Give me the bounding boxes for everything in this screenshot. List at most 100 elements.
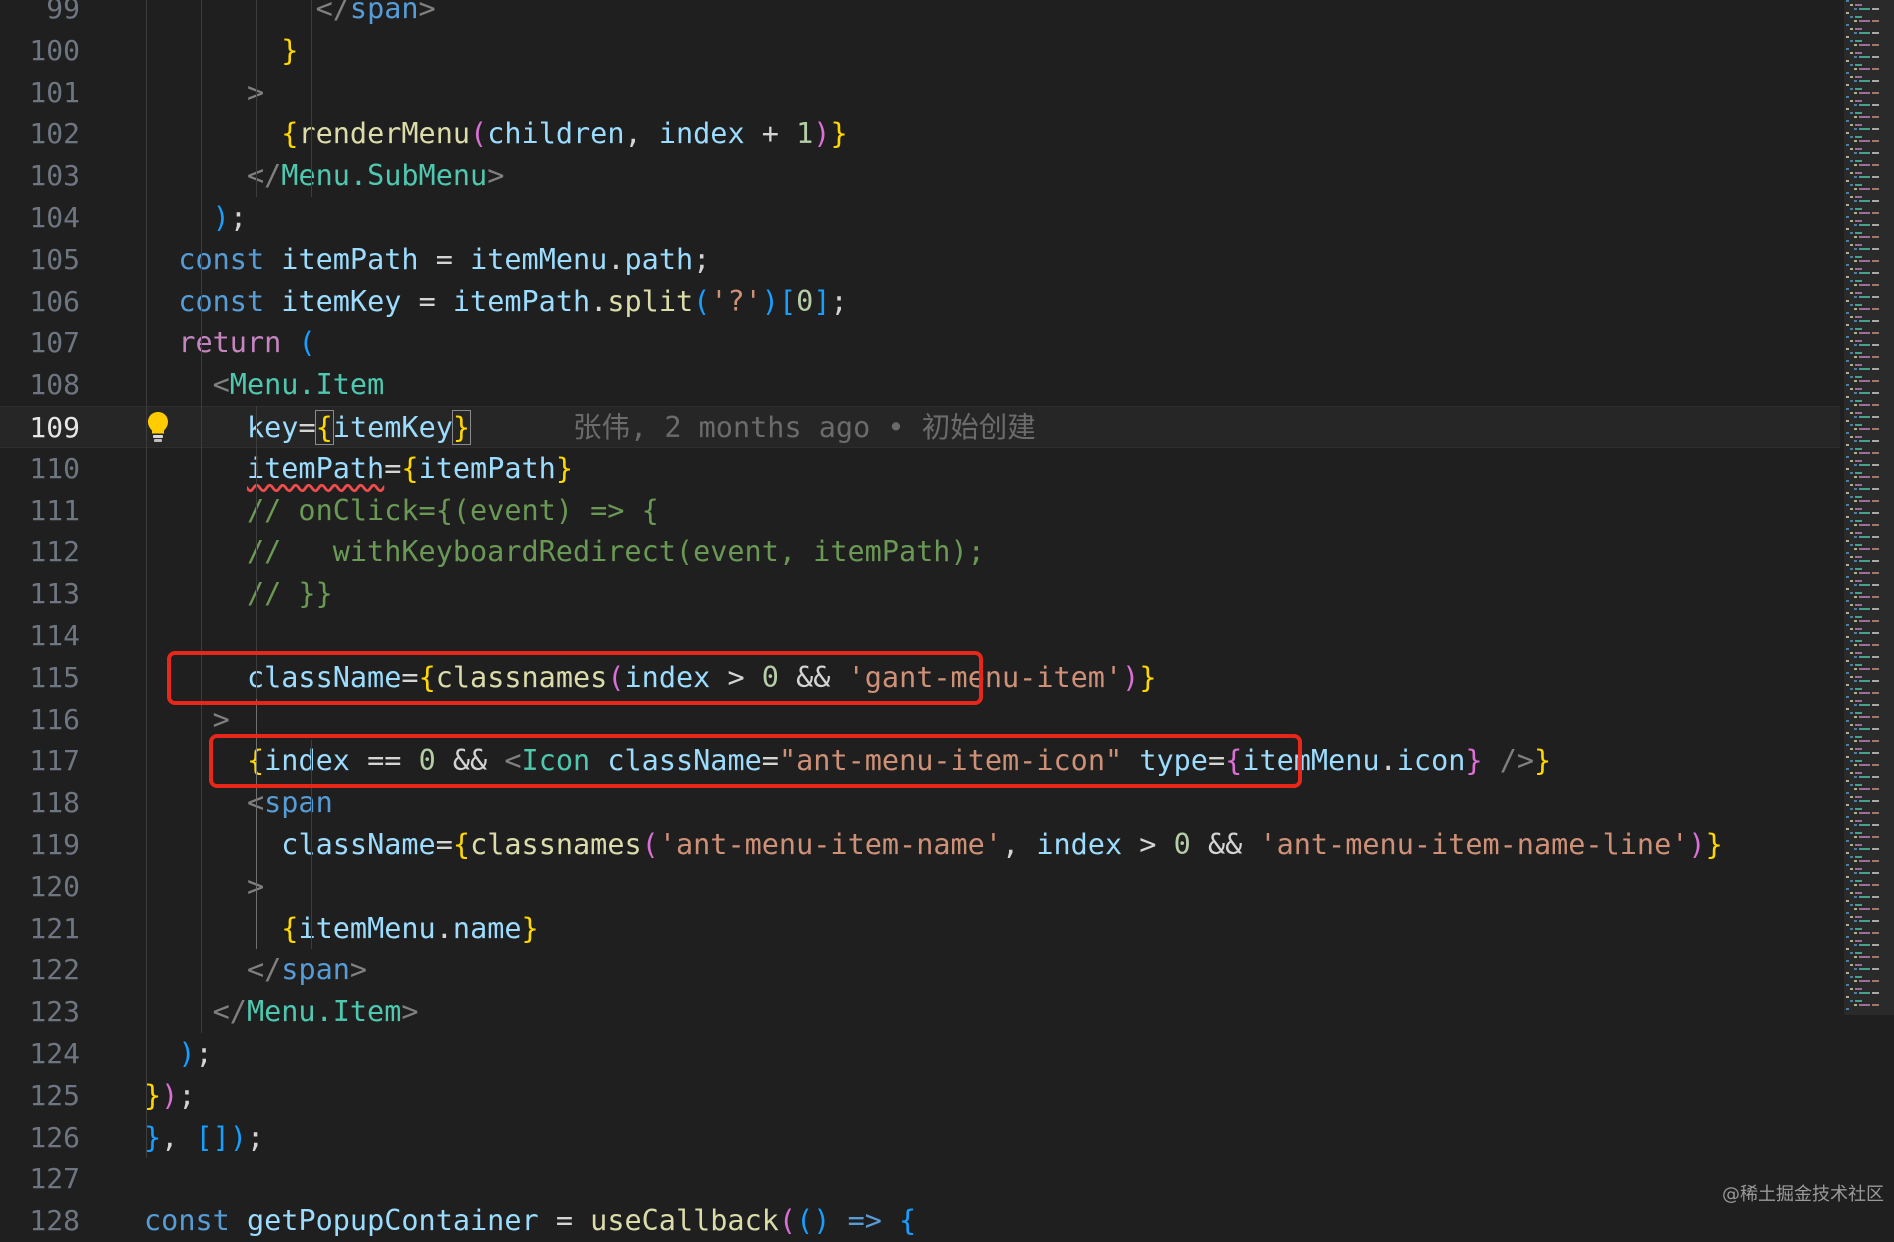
minimap-line	[1855, 160, 1862, 162]
code-token: const	[144, 1204, 230, 1238]
code-text: </Menu.Item>	[144, 991, 419, 1033]
minimap-line	[1872, 872, 1879, 874]
minimap-line	[1859, 908, 1870, 910]
code-token: .	[590, 284, 608, 318]
minimap-line	[1855, 748, 1862, 750]
minimap-line	[1859, 704, 1870, 706]
git-blame-annotation[interactable]: 张伟, 2 months ago • 初始创建	[470, 411, 1036, 444]
minimap-line	[1854, 140, 1857, 142]
minimap-line	[1850, 856, 1853, 858]
code-token: {	[314, 410, 334, 445]
minimap-line	[1855, 640, 1862, 642]
line-number: 123	[29, 995, 80, 1029]
code-token: =	[435, 828, 453, 861]
code-token: ;	[178, 1078, 196, 1112]
minimap-line	[1872, 956, 1879, 958]
code-token: >	[144, 869, 265, 903]
minimap-line	[1850, 292, 1853, 294]
code-line[interactable]: 126}, []);	[0, 1117, 1840, 1159]
minimap-line	[1850, 436, 1853, 438]
minimap-line	[1850, 64, 1853, 66]
code-line[interactable]: 104 );	[0, 197, 1840, 239]
code-text: key={itemKey} 张伟, 2 months ago • 初始创建	[144, 407, 1036, 449]
code-line[interactable]: 125});	[0, 1075, 1840, 1117]
code-line[interactable]: 106 const itemKey = itemPath.split('?')[…	[0, 281, 1840, 323]
code-text: });	[144, 1075, 196, 1117]
code-line[interactable]: 112 // withKeyboardRedirect(event, itemP…	[0, 531, 1840, 573]
minimap-line	[1859, 164, 1870, 166]
minimap-line	[1855, 328, 1862, 330]
minimap-line	[1850, 304, 1853, 306]
minimap-line	[1850, 592, 1853, 594]
minimap-line	[1872, 644, 1879, 646]
code-line[interactable]: 101 >	[0, 72, 1840, 114]
code-line[interactable]: 120 >	[0, 866, 1840, 908]
minimap-line	[1850, 424, 1853, 426]
code-line[interactable]: 113 // }}	[0, 573, 1840, 615]
minimap-line	[1850, 952, 1853, 954]
code-line[interactable]: 110 itemPath={itemPath}	[0, 448, 1840, 490]
code-line[interactable]: 123 </Menu.Item>	[0, 991, 1840, 1033]
code-line[interactable]: 109 key={itemKey} 张伟, 2 months ago • 初始创…	[0, 406, 1840, 448]
minimap-line	[1850, 784, 1853, 786]
minimap-line	[1850, 484, 1853, 486]
minimap-line	[1854, 632, 1857, 634]
code-token: Menu.SubMenu	[281, 159, 488, 193]
code-line[interactable]: 124 );	[0, 1033, 1840, 1075]
minimap-line	[1855, 676, 1862, 678]
minimap-line	[1872, 572, 1879, 574]
code-text: // onClick={(event) => {	[144, 490, 659, 532]
minimap-line	[1850, 712, 1853, 714]
code-editor[interactable]: 99 </span> 100 } 101 >102 {renderMenu(chil…	[0, 0, 1840, 1237]
code-line[interactable]: 105 const itemPath = itemMenu.path;	[0, 239, 1840, 281]
code-line[interactable]: 119 className={classnames('ant-menu-item…	[0, 824, 1840, 866]
minimap-line	[1846, 708, 1849, 710]
minimap-line	[1846, 516, 1849, 518]
minimap-line	[1859, 44, 1870, 46]
minimap-line	[1872, 140, 1879, 142]
minimap-line	[1850, 664, 1853, 666]
code-line[interactable]: 118 <span	[0, 782, 1840, 824]
indent-guide	[201, 0, 202, 1033]
minimap-line	[1855, 580, 1862, 582]
minimap-line	[1850, 892, 1853, 894]
code-line[interactable]: 100 }	[0, 30, 1840, 72]
minimap-line	[1855, 436, 1862, 438]
minimap-line	[1846, 48, 1849, 50]
minimap-line	[1846, 612, 1849, 614]
minimap[interactable]	[1844, 0, 1894, 1212]
code-line[interactable]: 128 const getPopupContainer = useCallback…	[0, 1200, 1840, 1242]
minimap-line	[1872, 56, 1879, 58]
minimap-line	[1850, 916, 1853, 918]
minimap-line	[1846, 588, 1849, 590]
minimap-line	[1872, 320, 1879, 322]
code-token: span	[264, 786, 333, 820]
minimap-line	[1859, 488, 1870, 490]
minimap-line	[1854, 596, 1857, 598]
minimap-line	[1846, 180, 1849, 182]
minimap-line	[1854, 692, 1857, 694]
minimap-line	[1846, 852, 1849, 854]
minimap-line	[1846, 228, 1849, 230]
minimap-line	[1872, 32, 1879, 34]
minimap-line	[1846, 480, 1849, 482]
minimap-line	[1855, 760, 1862, 762]
minimap-line	[1850, 196, 1853, 198]
code-line[interactable]: 127	[0, 1158, 1840, 1200]
code-token: itemPath	[246, 451, 385, 485]
line-number: 109	[29, 411, 80, 444]
code-line[interactable]: 121 {itemMenu.name}	[0, 908, 1840, 950]
code-line[interactable]: 99 </span>	[0, 0, 1840, 30]
minimap-line	[1846, 264, 1849, 266]
minimap-line	[1859, 980, 1870, 982]
code-line[interactable]: 111 // onClick={(event) => {	[0, 490, 1840, 532]
code-line[interactable]: 108 <Menu.Item	[0, 364, 1840, 406]
code-token: span	[349, 0, 419, 25]
code-line[interactable]: 107 return (	[0, 322, 1840, 364]
code-line[interactable]: 122 </span>	[0, 949, 1840, 991]
minimap-line	[1872, 200, 1879, 202]
minimap-line	[1846, 624, 1849, 626]
code-line[interactable]: 103 </Menu.SubMenu>	[0, 155, 1840, 197]
code-text: </span>	[144, 949, 367, 991]
code-line[interactable]: 102 {renderMenu(children, index + 1)}	[0, 113, 1840, 155]
